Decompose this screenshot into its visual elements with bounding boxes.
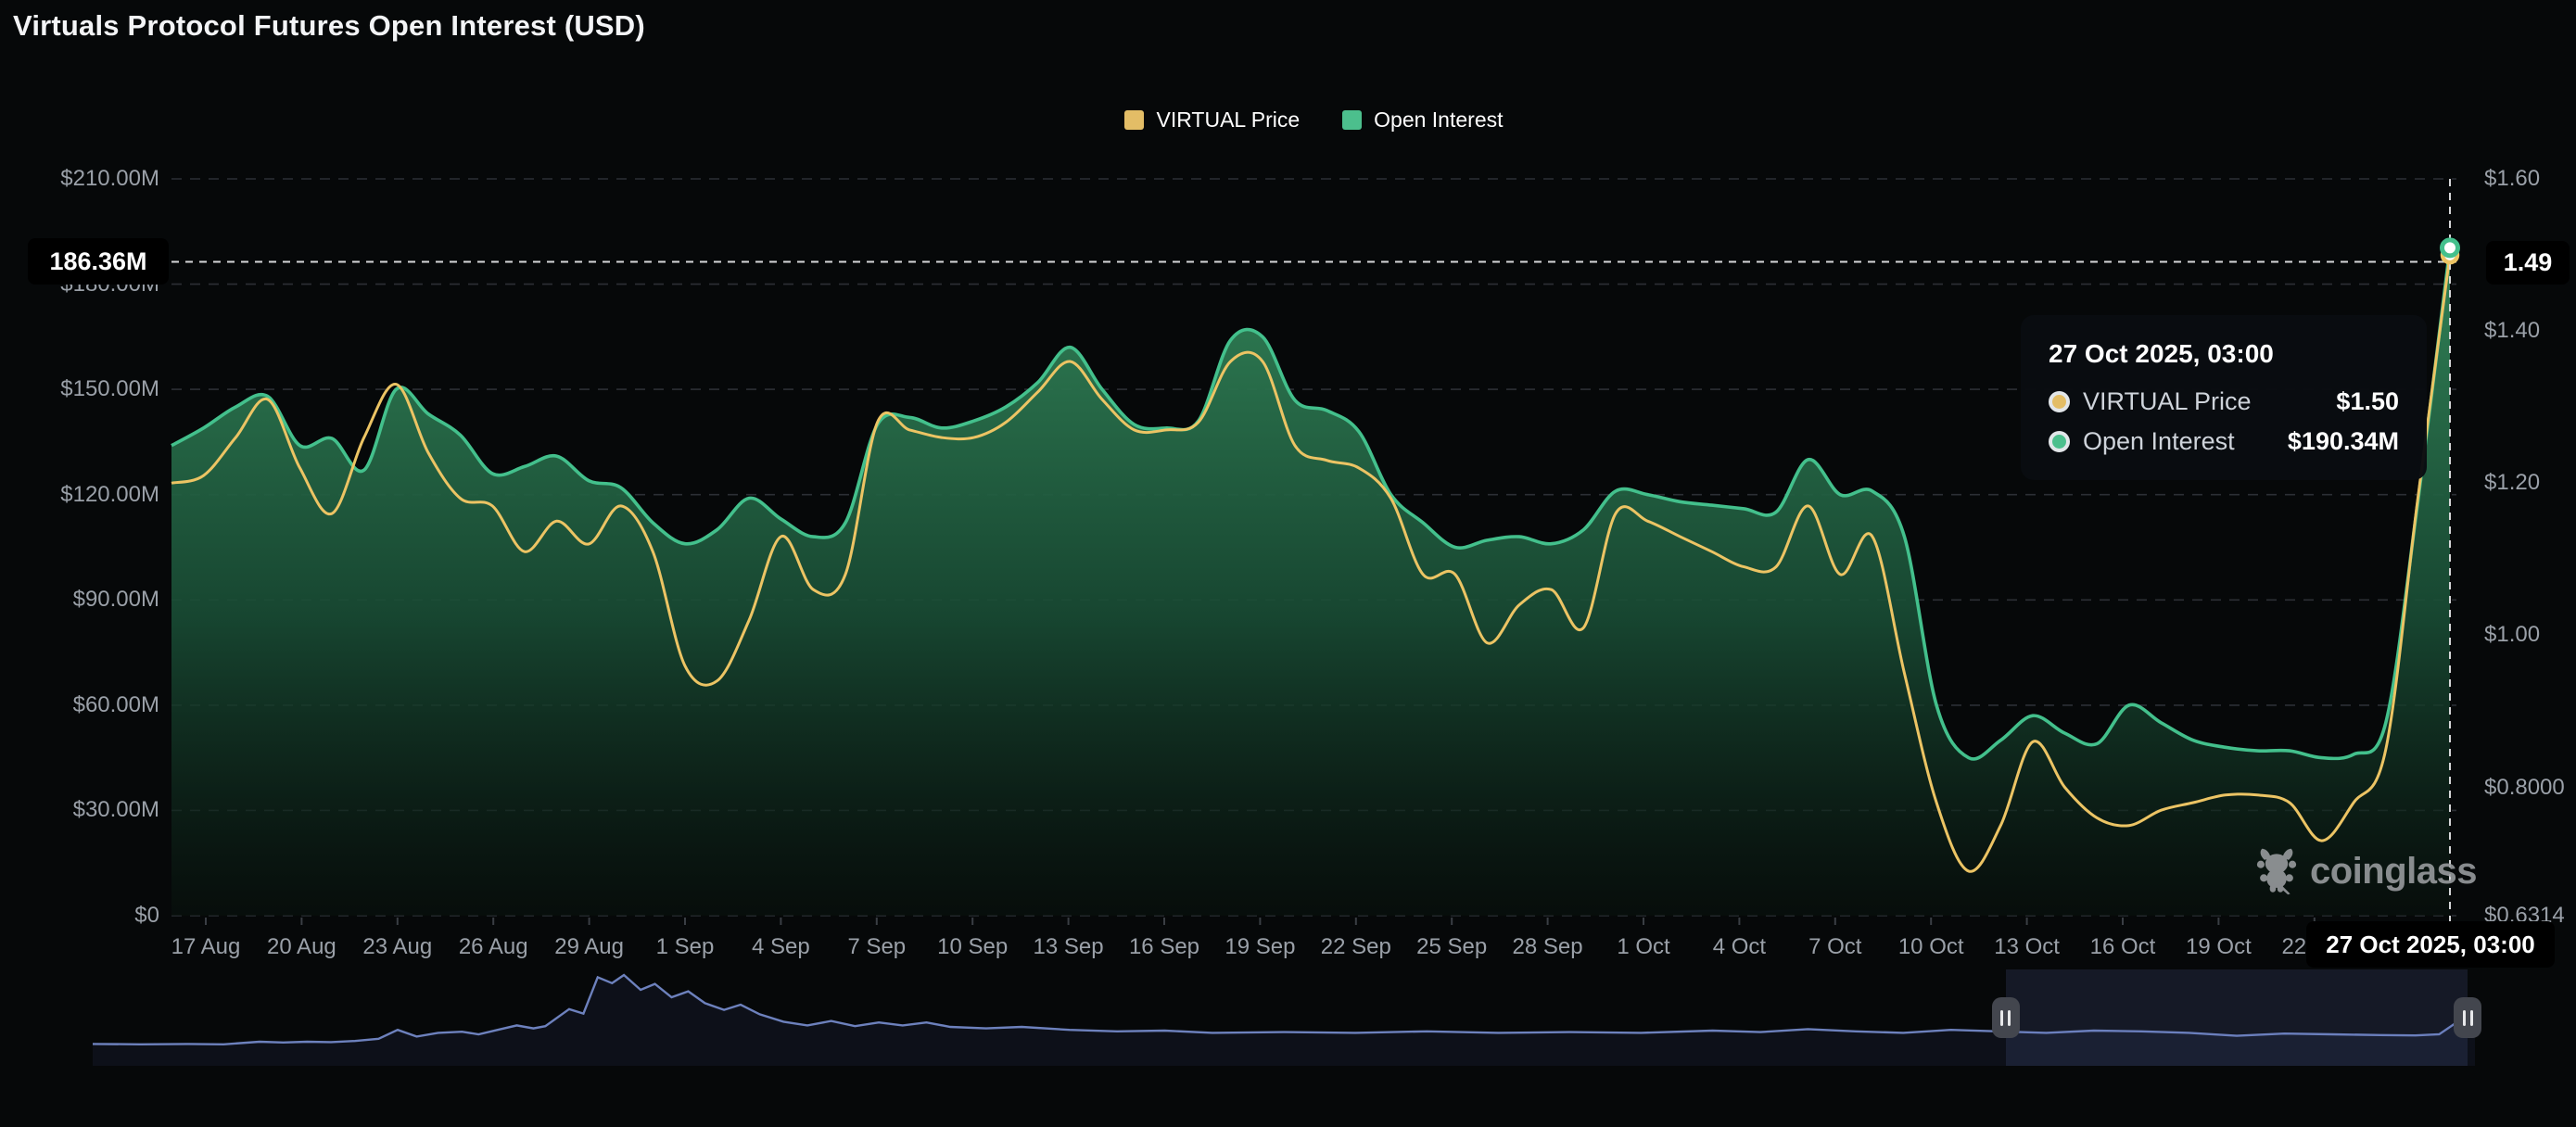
x-axis-tick: 7 Oct [1808, 934, 1861, 960]
x-axis-tick: 10 Sep [937, 934, 1008, 960]
crosshair-right-value-label: 1.49 [2486, 241, 2570, 285]
x-axis-tick: 20 Aug [267, 934, 336, 960]
y-axis-right-tick: $1.60 [2484, 166, 2540, 192]
tooltip-row-value: $1.50 [2336, 387, 2399, 416]
x-axis-tick: 1 Oct [1617, 934, 1669, 960]
chart-tooltip: 27 Oct 2025, 03:00 VIRTUAL Price $1.50 O… [2021, 315, 2427, 480]
chart-hover-area[interactable] [171, 179, 2456, 916]
coinglass-bull-logo-icon [2252, 847, 2301, 895]
x-axis-tick: 10 Oct [1898, 934, 1964, 960]
y-axis-right-tick: $0.8000 [2484, 775, 2565, 801]
x-axis-tick: 19 Oct [2186, 934, 2252, 960]
crosshair-left-value-label: 186.36M [28, 238, 169, 285]
virtual-price-dot-icon [2049, 391, 2070, 412]
x-axis-tick: 28 Sep [1513, 934, 1583, 960]
navigator-selection-window[interactable] [2006, 969, 2468, 1066]
y-axis-right-tick: $1.40 [2484, 318, 2540, 344]
tooltip-row: Open Interest $190.34M [2049, 427, 2399, 456]
x-axis-tick: 29 Aug [554, 934, 624, 960]
open-interest-dot-icon [2049, 431, 2070, 452]
y-axis-left-tick: $0 [0, 903, 159, 929]
y-axis-right-tick: $1.00 [2484, 622, 2540, 648]
crosshair-date-label: 27 Oct 2025, 03:00 [2306, 921, 2555, 968]
y-axis-left-tick: $90.00M [0, 587, 159, 613]
tooltip-row-label: VIRTUAL Price [2083, 387, 2252, 416]
y-axis-left-tick: $150.00M [0, 376, 159, 402]
tooltip-row-label: Open Interest [2083, 427, 2235, 456]
x-axis-tick: 16 Sep [1129, 934, 1199, 960]
x-axis-tick: 4 Sep [752, 934, 810, 960]
y-axis-left-tick: $120.00M [0, 482, 159, 508]
y-axis-left-tick: $60.00M [0, 692, 159, 718]
x-axis-tick: 25 Sep [1416, 934, 1487, 960]
x-axis-tick: 19 Sep [1225, 934, 1295, 960]
x-axis-tick: 16 Oct [2090, 934, 2156, 960]
x-axis-tick: 13 Sep [1034, 934, 1104, 960]
x-axis-tick: 4 Oct [1713, 934, 1766, 960]
tooltip-title: 27 Oct 2025, 03:00 [2049, 339, 2399, 369]
chart-page: Virtuals Protocol Futures Open Interest … [0, 0, 2576, 1127]
x-axis-tick: 26 Aug [459, 934, 528, 960]
x-axis-tick: 7 Sep [847, 934, 906, 960]
navigator-left-handle-icon[interactable] [1992, 997, 2020, 1038]
x-axis-tick: 1 Sep [656, 934, 715, 960]
watermark-text: coinglass [2310, 851, 2477, 893]
x-axis-tick: 23 Aug [362, 934, 432, 960]
y-axis-left-tick: $30.00M [0, 797, 159, 823]
navigator-right-handle-icon[interactable] [2454, 997, 2481, 1038]
x-axis-tick: 13 Oct [1994, 934, 2060, 960]
coinglass-watermark: coinglass [2252, 847, 2477, 895]
y-axis-right-tick: $1.20 [2484, 470, 2540, 496]
y-axis-left-tick: $210.00M [0, 166, 159, 192]
x-axis-tick: 22 Sep [1321, 934, 1391, 960]
x-axis-tick: 17 Aug [171, 934, 241, 960]
tooltip-row-value: $190.34M [2288, 427, 2399, 456]
tooltip-row: VIRTUAL Price $1.50 [2049, 387, 2399, 416]
